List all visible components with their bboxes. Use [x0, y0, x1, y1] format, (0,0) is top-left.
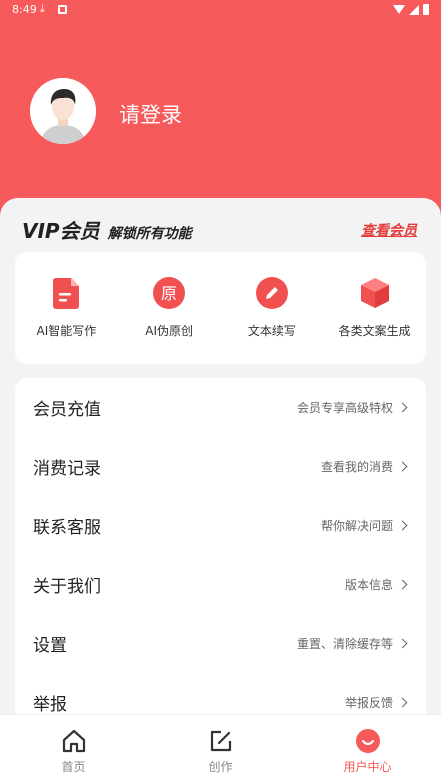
menu-item-label: 会员充值 [33, 400, 101, 420]
status-time: 8:49 [12, 3, 37, 16]
feature-label: 文本续写 [247, 324, 296, 338]
menu-item-detail: 会员专享高级特权 [296, 401, 393, 415]
vip-title: VIP会员 [22, 219, 100, 243]
tab-user-center[interactable]: 用户中心 [294, 715, 441, 784]
menu-item-detail: 帮你解决问题 [320, 519, 393, 533]
menu-item-detail: 版本信息 [344, 578, 393, 592]
notification-icon [58, 5, 67, 14]
document-icon [49, 276, 83, 310]
original-icon-glyph: 原 [161, 284, 177, 303]
menu-item-settings[interactable]: 设置 重置、清除缓存等 [15, 614, 426, 673]
chevron-right-icon [397, 579, 408, 590]
feature-copywriting[interactable]: 各类文案生成 [323, 252, 426, 364]
feature-label: 各类文案生成 [338, 324, 411, 338]
vip-subtitle: 解锁所有功能 [107, 226, 192, 242]
avatar[interactable] [30, 78, 96, 144]
feature-grid: AI智能写作 原 AI伪原创 文本续写 各类文案生成 [15, 252, 426, 364]
bottom-tab-bar: 首页 创作 用户中心 [0, 714, 441, 784]
menu-item-label: 消费记录 [33, 459, 101, 479]
user-center-icon [355, 729, 380, 753]
menu-item-detail: 举报反馈 [344, 696, 393, 710]
tab-create[interactable]: 创作 [147, 715, 294, 784]
feature-ai-rewrite[interactable]: 原 AI伪原创 [118, 252, 221, 364]
feature-text-continue[interactable]: 文本续写 [221, 252, 324, 364]
menu-item-consumption[interactable]: 消费记录 查看我的消费 [15, 437, 426, 496]
download-icon: ⤓ [40, 2, 45, 15]
status-bar: 8:49 ⤓ [0, 0, 441, 20]
vip-banner: VIP会员 解锁所有功能 [22, 215, 192, 244]
menu-item-label: 联系客服 [33, 518, 101, 538]
wifi-icon [393, 5, 405, 14]
original-icon: 原 [152, 276, 186, 310]
chevron-right-icon [397, 402, 408, 413]
chevron-right-icon [397, 461, 408, 472]
chevron-right-icon [397, 697, 408, 708]
menu-item-label: 设置 [33, 636, 67, 656]
view-vip-link[interactable]: 查看会员 [361, 220, 417, 240]
feature-ai-writing[interactable]: AI智能写作 [15, 252, 118, 364]
cube-icon [358, 276, 392, 310]
battery-icon [423, 4, 429, 15]
tab-label: 用户中心 [343, 760, 392, 774]
feature-label: AI伪原创 [145, 324, 193, 338]
login-prompt[interactable]: 请登录 [119, 99, 182, 129]
edit-icon [210, 730, 231, 752]
menu-item-recharge[interactable]: 会员充值 会员专享高级特权 [15, 378, 426, 437]
content-panel: VIP会员 解锁所有功能 查看会员 AI智能写作 原 AI伪原创 文本续写 各类… [0, 198, 441, 758]
tab-home[interactable]: 首页 [0, 715, 147, 784]
tab-label: 首页 [61, 760, 86, 774]
home-icon [62, 729, 85, 753]
menu-item-about[interactable]: 关于我们 版本信息 [15, 555, 426, 614]
menu-item-label: 关于我们 [33, 577, 101, 597]
tab-label: 创作 [208, 760, 233, 774]
menu-item-detail: 重置、清除缓存等 [296, 637, 393, 651]
menu-item-label: 举报 [33, 695, 67, 715]
chevron-right-icon [397, 520, 408, 531]
pencil-icon [255, 276, 289, 310]
feature-label: AI智能写作 [36, 324, 97, 338]
menu-item-support[interactable]: 联系客服 帮你解决问题 [15, 496, 426, 555]
signal-icon [409, 4, 419, 15]
chevron-right-icon [397, 638, 408, 649]
menu-item-detail: 查看我的消费 [320, 460, 393, 474]
settings-menu: 会员充值 会员专享高级特权 消费记录 查看我的消费 联系客服 帮你解决问题 关于… [15, 378, 426, 758]
